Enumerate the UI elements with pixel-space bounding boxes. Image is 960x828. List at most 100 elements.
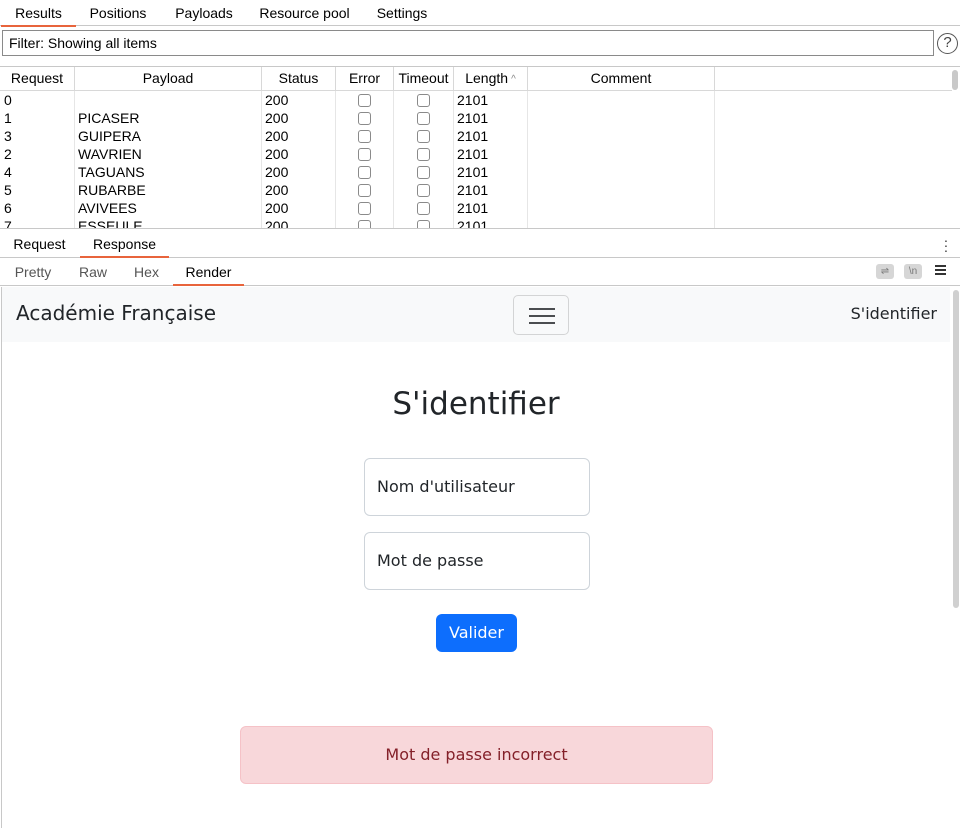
column-header-length[interactable]: Length ^	[454, 67, 528, 91]
login-title: S'identifier	[392, 386, 560, 422]
cell-payload: TAGUANS	[78, 164, 145, 180]
cell-payload: RUBARBE	[78, 182, 146, 198]
cell-request: 1	[4, 110, 12, 126]
timeout-checkbox[interactable]	[417, 166, 430, 179]
render-view: Académie Française S'identifier S'identi…	[1, 287, 960, 828]
error-alert: Mot de passe incorrect	[240, 726, 713, 784]
message-tab-bar: Request Response	[0, 232, 960, 258]
navbar-toggler-button[interactable]	[513, 295, 569, 335]
tab-resource-pool[interactable]: Resource pool	[252, 0, 357, 26]
table-row[interactable]: 4 TAGUANS 200 2101	[0, 163, 952, 181]
wrap-lines-icon[interactable]: ⇌	[876, 264, 894, 279]
table-row[interactable]: 2 WAVRIEN 200 2101	[0, 145, 952, 163]
toggler-bar	[529, 315, 555, 317]
tab-hex[interactable]: Hex	[120, 259, 173, 286]
cell-request: 6	[4, 200, 12, 216]
cell-status: 200	[265, 200, 289, 216]
cell-payload: AVIVEES	[78, 200, 137, 216]
show-newlines-icon[interactable]: \n	[904, 264, 922, 279]
cell-request: 7	[4, 218, 12, 229]
cell-length: 2101	[457, 128, 489, 144]
column-header-payload[interactable]: Payload	[75, 67, 262, 91]
timeout-checkbox[interactable]	[417, 202, 430, 215]
render-scrollbar[interactable]	[951, 287, 960, 828]
more-options-icon[interactable]: · · ·	[942, 233, 950, 257]
table-body: 0 200 2101 1 PICASER 200 2101 3 GUIPERA 200 2101 2 W…	[0, 91, 952, 229]
cell-length: 2101	[457, 92, 489, 108]
scrollbar-thumb[interactable]	[952, 70, 958, 90]
error-checkbox[interactable]	[358, 94, 371, 107]
tab-request[interactable]: Request	[0, 232, 79, 258]
submit-button[interactable]: Valider	[436, 614, 517, 652]
nav-login-link[interactable]: S'identifier	[851, 304, 937, 323]
cell-payload: GUIPERA	[78, 128, 142, 144]
column-header-comment[interactable]: Comment	[528, 67, 715, 91]
tab-positions[interactable]: Positions	[79, 0, 157, 26]
cell-payload: WAVRIEN	[78, 146, 142, 162]
timeout-checkbox[interactable]	[417, 184, 430, 197]
table-row[interactable]: 5 RUBARBE 200 2101	[0, 181, 952, 199]
table-row[interactable]: 6 AVIVEES 200 2101	[0, 199, 952, 217]
timeout-checkbox[interactable]	[417, 94, 430, 107]
site-navbar: Académie Française S'identifier	[2, 287, 950, 342]
cell-request: 0	[4, 92, 12, 108]
help-icon[interactable]: ?	[937, 33, 958, 54]
cell-length: 2101	[457, 200, 489, 216]
column-header-error[interactable]: Error	[336, 67, 394, 91]
toggler-bar	[529, 322, 555, 324]
cell-status: 200	[265, 110, 289, 126]
view-tab-bar: Pretty Raw Hex Render	[0, 259, 960, 286]
table-row[interactable]: 7 ESSEULE 200 2101	[0, 217, 952, 229]
username-field[interactable]: Nom d'utilisateur	[364, 458, 590, 516]
timeout-checkbox[interactable]	[417, 112, 430, 125]
password-field[interactable]: Mot de passe	[364, 532, 590, 590]
column-header-length-label: Length	[465, 70, 509, 86]
tab-render[interactable]: Render	[173, 259, 244, 286]
results-scrollbar[interactable]	[951, 68, 959, 228]
cell-request: 2	[4, 146, 12, 162]
hamburger-menu-icon[interactable]	[935, 265, 946, 276]
error-checkbox[interactable]	[358, 166, 371, 179]
site-brand[interactable]: Académie Française	[16, 301, 216, 325]
timeout-checkbox[interactable]	[417, 130, 430, 143]
tab-results[interactable]: Results	[1, 0, 76, 27]
column-header-status[interactable]: Status	[262, 67, 336, 91]
cell-length: 2101	[457, 110, 489, 126]
cell-payload: PICASER	[78, 110, 140, 126]
cell-status: 200	[265, 92, 289, 108]
error-checkbox[interactable]	[358, 184, 371, 197]
cell-length: 2101	[457, 164, 489, 180]
error-checkbox[interactable]	[358, 220, 371, 228]
sort-ascending-icon: ^	[511, 74, 516, 85]
cell-request: 5	[4, 182, 12, 198]
cell-length: 2101	[457, 146, 489, 162]
cell-request: 3	[4, 128, 12, 144]
tab-settings[interactable]: Settings	[366, 0, 438, 26]
tab-response[interactable]: Response	[80, 232, 169, 258]
error-checkbox[interactable]	[358, 202, 371, 215]
error-checkbox[interactable]	[358, 130, 371, 143]
toggler-bar	[529, 308, 555, 310]
error-checkbox[interactable]	[358, 148, 371, 161]
column-header-timeout[interactable]: Timeout	[394, 67, 454, 91]
tab-pretty[interactable]: Pretty	[0, 259, 66, 286]
tab-raw[interactable]: Raw	[66, 259, 120, 286]
scrollbar-thumb[interactable]	[953, 290, 959, 608]
table-header: Request Payload Status Error Timeout Len…	[0, 67, 952, 91]
cell-request: 4	[4, 164, 12, 180]
cell-length: 2101	[457, 218, 489, 229]
cell-payload: ESSEULE	[78, 218, 143, 229]
cell-status: 200	[265, 164, 289, 180]
error-checkbox[interactable]	[358, 112, 371, 125]
column-header-request[interactable]: Request	[0, 67, 75, 91]
cell-status: 200	[265, 182, 289, 198]
table-row[interactable]: 1 PICASER 200 2101	[0, 109, 952, 127]
timeout-checkbox[interactable]	[417, 220, 430, 228]
timeout-checkbox[interactable]	[417, 148, 430, 161]
table-row[interactable]: 0 200 2101	[0, 91, 952, 109]
cell-status: 200	[265, 128, 289, 144]
tab-payloads[interactable]: Payloads	[166, 0, 242, 26]
table-row[interactable]: 3 GUIPERA 200 2101	[0, 127, 952, 145]
cell-status: 200	[265, 146, 289, 162]
filter-bar[interactable]: Filter: Showing all items	[2, 30, 934, 56]
